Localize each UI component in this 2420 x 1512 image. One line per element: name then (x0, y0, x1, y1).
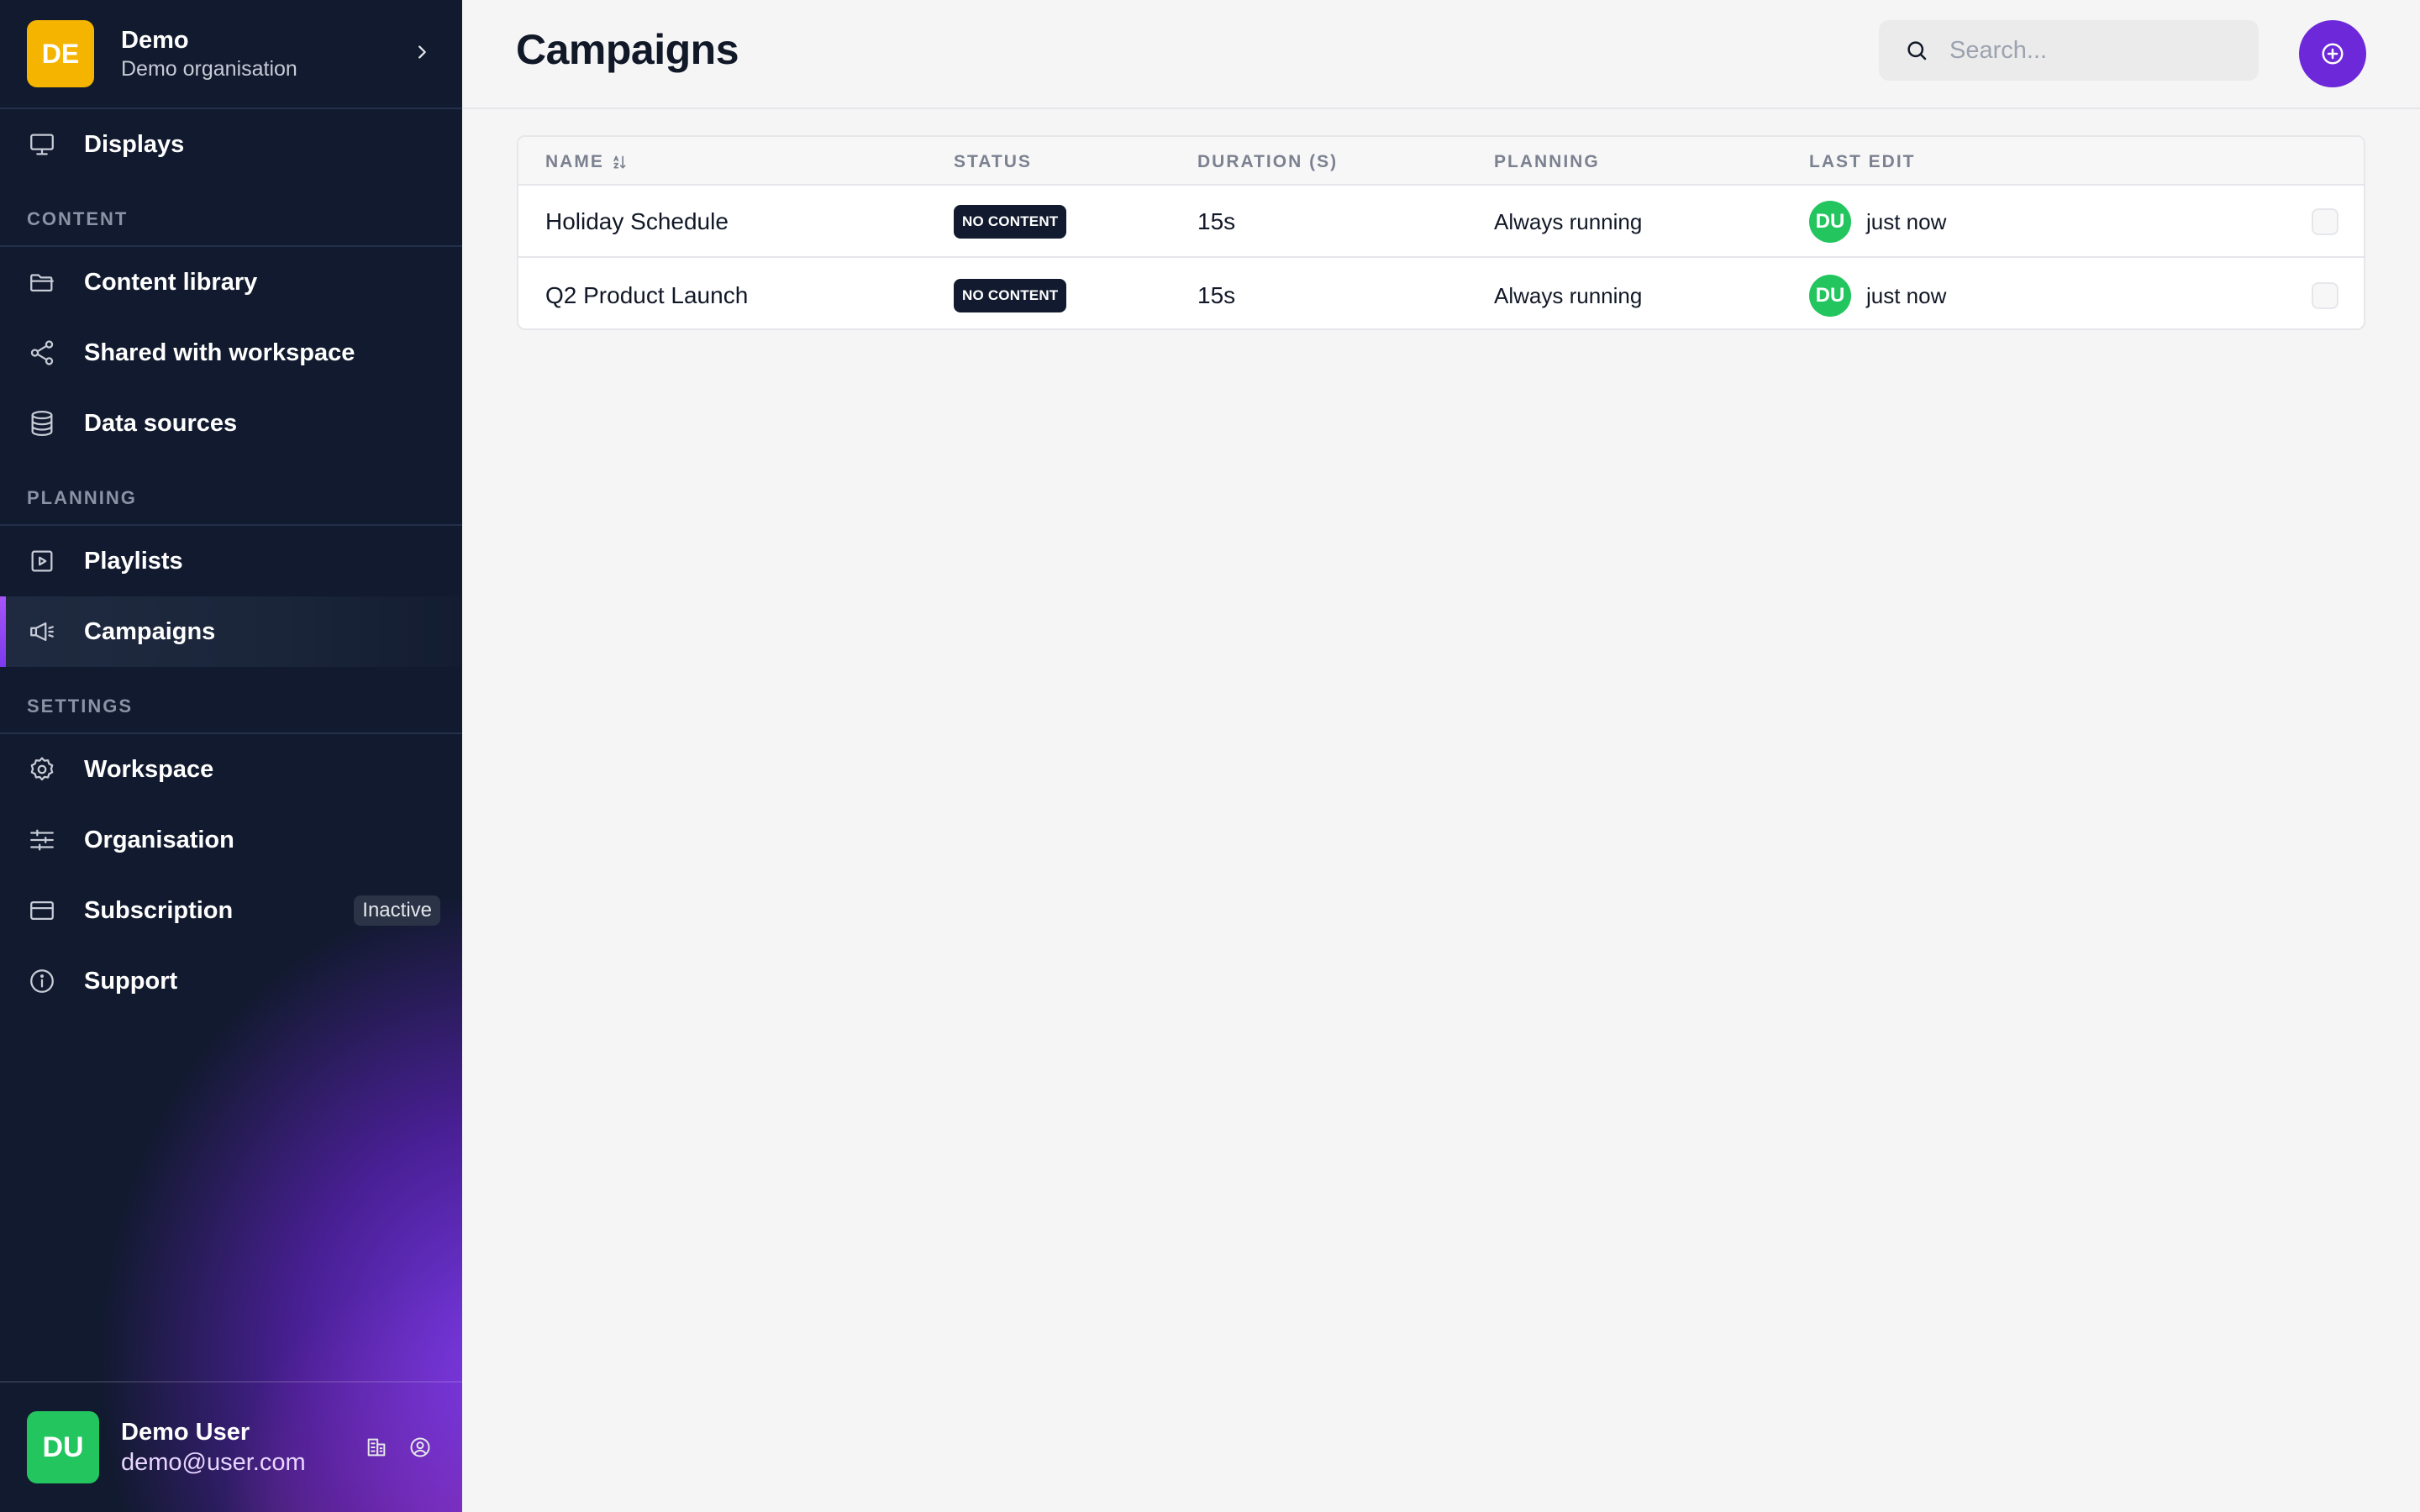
sidebar-item-label: Campaigns (84, 617, 216, 645)
plus-circle-icon (2320, 41, 2345, 66)
section-label-content: CONTENT (27, 208, 129, 229)
planning-value: Always running (1494, 282, 1643, 308)
status-badge: NO CONTENT (954, 279, 1067, 312)
planning-value: Always running (1494, 208, 1643, 234)
sliders-icon (27, 825, 57, 855)
campaigns-table: NAME STATUS DURATION (S) PLANNING LAST E… (517, 135, 2365, 330)
duration-value: 15s (1197, 282, 1236, 308)
row-checkbox[interactable] (2312, 208, 2338, 235)
org-subtitle: Demo organisation (121, 57, 297, 81)
user-avatar: DU (27, 1411, 99, 1483)
user-profile: DU Demo User demo@user.com (0, 1381, 462, 1512)
share-icon (27, 338, 57, 368)
page-title: Campaigns (516, 26, 739, 73)
sidebar-item-label: Shared with workspace (84, 339, 355, 366)
monitor-icon (27, 129, 57, 160)
duration-value: 15s (1197, 208, 1236, 234)
chevron-right-icon (408, 39, 435, 68)
sidebar-item-label: Support (84, 967, 178, 995)
column-header-name[interactable]: NAME (545, 152, 628, 172)
sidebar-item-workspace[interactable]: Workspace (0, 734, 462, 805)
add-campaign-button[interactable] (2299, 20, 2366, 87)
column-header-duration: DURATION (S) (1197, 152, 1339, 171)
sidebar-item-label: Organisation (84, 826, 234, 853)
org-switcher[interactable]: DE Demo Demo organisation (0, 0, 462, 109)
column-header-status: STATUS (954, 152, 1032, 171)
sidebar-item-campaigns[interactable]: Campaigns (0, 596, 462, 667)
sidebar-item-subscription[interactable]: Subscription Inactive (0, 875, 462, 946)
section-label-settings: SETTINGS (27, 696, 134, 717)
table-row[interactable]: Q2 Product Launch NO CONTENT 15s Always … (518, 260, 2364, 328)
subscription-status-badge: Inactive (354, 895, 440, 926)
sort-icon (611, 154, 628, 171)
sidebar-item-label: Displays (84, 130, 185, 158)
sidebar-item-support[interactable]: Support (0, 946, 462, 1016)
sidebar-item-data-sources[interactable]: Data sources (0, 388, 462, 459)
campaign-name: Holiday Schedule (545, 208, 729, 234)
top-bar: Campaigns (462, 0, 2420, 109)
org-name: Demo (121, 27, 189, 54)
row-checkbox[interactable] (2312, 282, 2338, 309)
sidebar-item-label: Data sources (84, 409, 238, 437)
last-edit-time: just now (1866, 282, 1947, 308)
database-icon (27, 408, 57, 438)
user-email: demo@user.com (121, 1449, 306, 1476)
search-input[interactable] (1949, 36, 2252, 65)
column-header-label: NAME (545, 152, 604, 171)
section-label-planning: PLANNING (27, 487, 137, 508)
campaign-name: Q2 Product Launch (545, 282, 749, 308)
sidebar-item-label: Playlists (84, 547, 183, 575)
sidebar-item-label: Subscription (84, 896, 234, 924)
sidebar-item-displays[interactable]: Displays (0, 109, 462, 180)
play-square-icon (27, 546, 57, 576)
info-icon (27, 966, 57, 996)
last-edit-time: just now (1866, 208, 1947, 234)
gear-icon (27, 754, 57, 785)
sidebar-item-organisation[interactable]: Organisation (0, 805, 462, 875)
sidebar-item-playlists[interactable]: Playlists (0, 526, 462, 596)
editor-avatar: DU (1809, 275, 1851, 317)
user-circle-icon[interactable] (405, 1432, 435, 1462)
table-header: NAME STATUS DURATION (S) PLANNING LAST E… (518, 137, 2364, 186)
folder-icon (27, 267, 57, 297)
sidebar: DE Demo Demo organisation Displays CONTE… (0, 0, 462, 1512)
status-badge: NO CONTENT (954, 205, 1067, 239)
column-header-planning: PLANNING (1494, 152, 1600, 171)
sidebar-item-shared-with-workspace[interactable]: Shared with workspace (0, 318, 462, 388)
sidebar-item-content-library[interactable]: Content library (0, 247, 462, 318)
sidebar-item-label: Content library (84, 268, 258, 296)
table-row[interactable]: Holiday Schedule NO CONTENT 15s Always r… (518, 186, 2364, 258)
search-icon (1904, 38, 1929, 63)
org-avatar: DE (27, 20, 94, 87)
editor-avatar: DU (1809, 201, 1851, 243)
user-name: Demo User (121, 1419, 250, 1446)
column-header-last-edit: LAST EDIT (1809, 152, 1916, 171)
building-icon[interactable] (361, 1432, 392, 1462)
megaphone-icon (27, 617, 57, 647)
search-box[interactable] (1879, 20, 2259, 81)
sidebar-item-label: Workspace (84, 755, 214, 783)
card-icon (27, 895, 57, 926)
